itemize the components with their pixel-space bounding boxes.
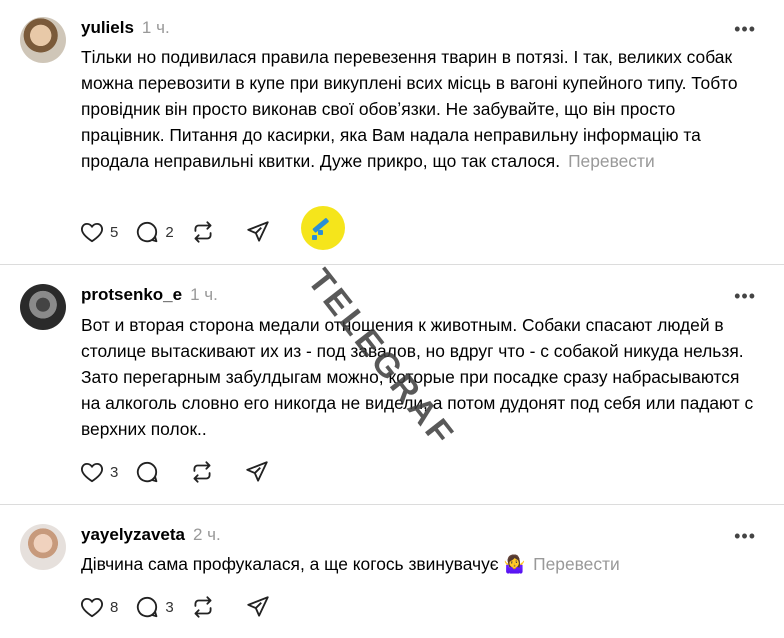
post-text: Дівчина сама профукалася, а ще когось зв… bbox=[81, 551, 761, 577]
comment-body: Дівчина сама профукалася, а ще когось зв… bbox=[81, 554, 526, 574]
timestamp: 1 ч. bbox=[141, 18, 170, 37]
post-3: yayelyzaveta 2 ч. ••• Дівчина сама профук… bbox=[0, 505, 784, 638]
action-bar: 3 bbox=[79, 459, 286, 485]
more-options-icon[interactable]: ••• bbox=[734, 20, 756, 38]
repost-button[interactable] bbox=[190, 219, 229, 245]
reply-button[interactable]: 2 bbox=[134, 219, 174, 245]
reply-count: 3 bbox=[165, 598, 174, 616]
more-options-icon[interactable]: ••• bbox=[734, 287, 756, 305]
share-button[interactable] bbox=[245, 219, 271, 245]
username[interactable]: protsenko_e 1 ч. bbox=[81, 285, 218, 305]
heart-icon bbox=[81, 462, 103, 483]
share-button[interactable] bbox=[245, 594, 271, 620]
share-icon bbox=[246, 461, 269, 482]
reply-button[interactable] bbox=[134, 459, 173, 485]
like-button[interactable]: 5 bbox=[79, 219, 118, 245]
username-label[interactable]: yayelyzaveta bbox=[81, 525, 185, 544]
more-options-icon[interactable]: ••• bbox=[734, 527, 756, 545]
reply-button[interactable]: 3 bbox=[134, 594, 174, 620]
username-label[interactable]: yuliels bbox=[81, 18, 134, 37]
avatar[interactable] bbox=[20, 17, 66, 63]
like-button[interactable]: 3 bbox=[79, 459, 118, 485]
username[interactable]: yuliels 1 ч. bbox=[81, 18, 170, 38]
repost-button[interactable] bbox=[190, 594, 229, 620]
repost-icon bbox=[194, 221, 212, 243]
username-label[interactable]: protsenko_e bbox=[81, 285, 182, 304]
avatar[interactable] bbox=[20, 284, 66, 330]
post-text: Тільки но подивилася правила перевезення… bbox=[81, 44, 761, 174]
comment-icon bbox=[137, 222, 158, 243]
avatar[interactable] bbox=[20, 524, 66, 570]
share-icon bbox=[247, 221, 269, 242]
repost-icon bbox=[194, 596, 212, 618]
username[interactable]: yayelyzaveta 2 ч. bbox=[81, 525, 221, 545]
like-button[interactable]: 8 bbox=[79, 594, 118, 620]
like-count: 8 bbox=[110, 598, 119, 616]
action-bar: 8 3 bbox=[79, 594, 287, 620]
like-count: 5 bbox=[110, 223, 119, 241]
reply-count: 2 bbox=[165, 223, 174, 241]
action-bar: 5 2 bbox=[79, 219, 287, 245]
timestamp: 1 ч. bbox=[190, 285, 218, 304]
repost-icon bbox=[193, 461, 211, 483]
heart-icon bbox=[81, 597, 103, 618]
comment-icon bbox=[137, 597, 158, 618]
like-count: 3 bbox=[110, 463, 119, 481]
comment-icon bbox=[137, 462, 158, 483]
heart-icon bbox=[81, 222, 103, 243]
repost-button[interactable] bbox=[189, 459, 228, 485]
timestamp: 2 ч. bbox=[192, 525, 221, 544]
post-1: yuliels 1 ч. ••• Тільки но подивилася пра… bbox=[0, 0, 784, 265]
translate-link[interactable]: Перевести bbox=[568, 151, 655, 171]
share-button[interactable] bbox=[244, 459, 270, 485]
share-icon bbox=[247, 596, 269, 617]
translate-link[interactable]: Перевести bbox=[533, 554, 620, 574]
